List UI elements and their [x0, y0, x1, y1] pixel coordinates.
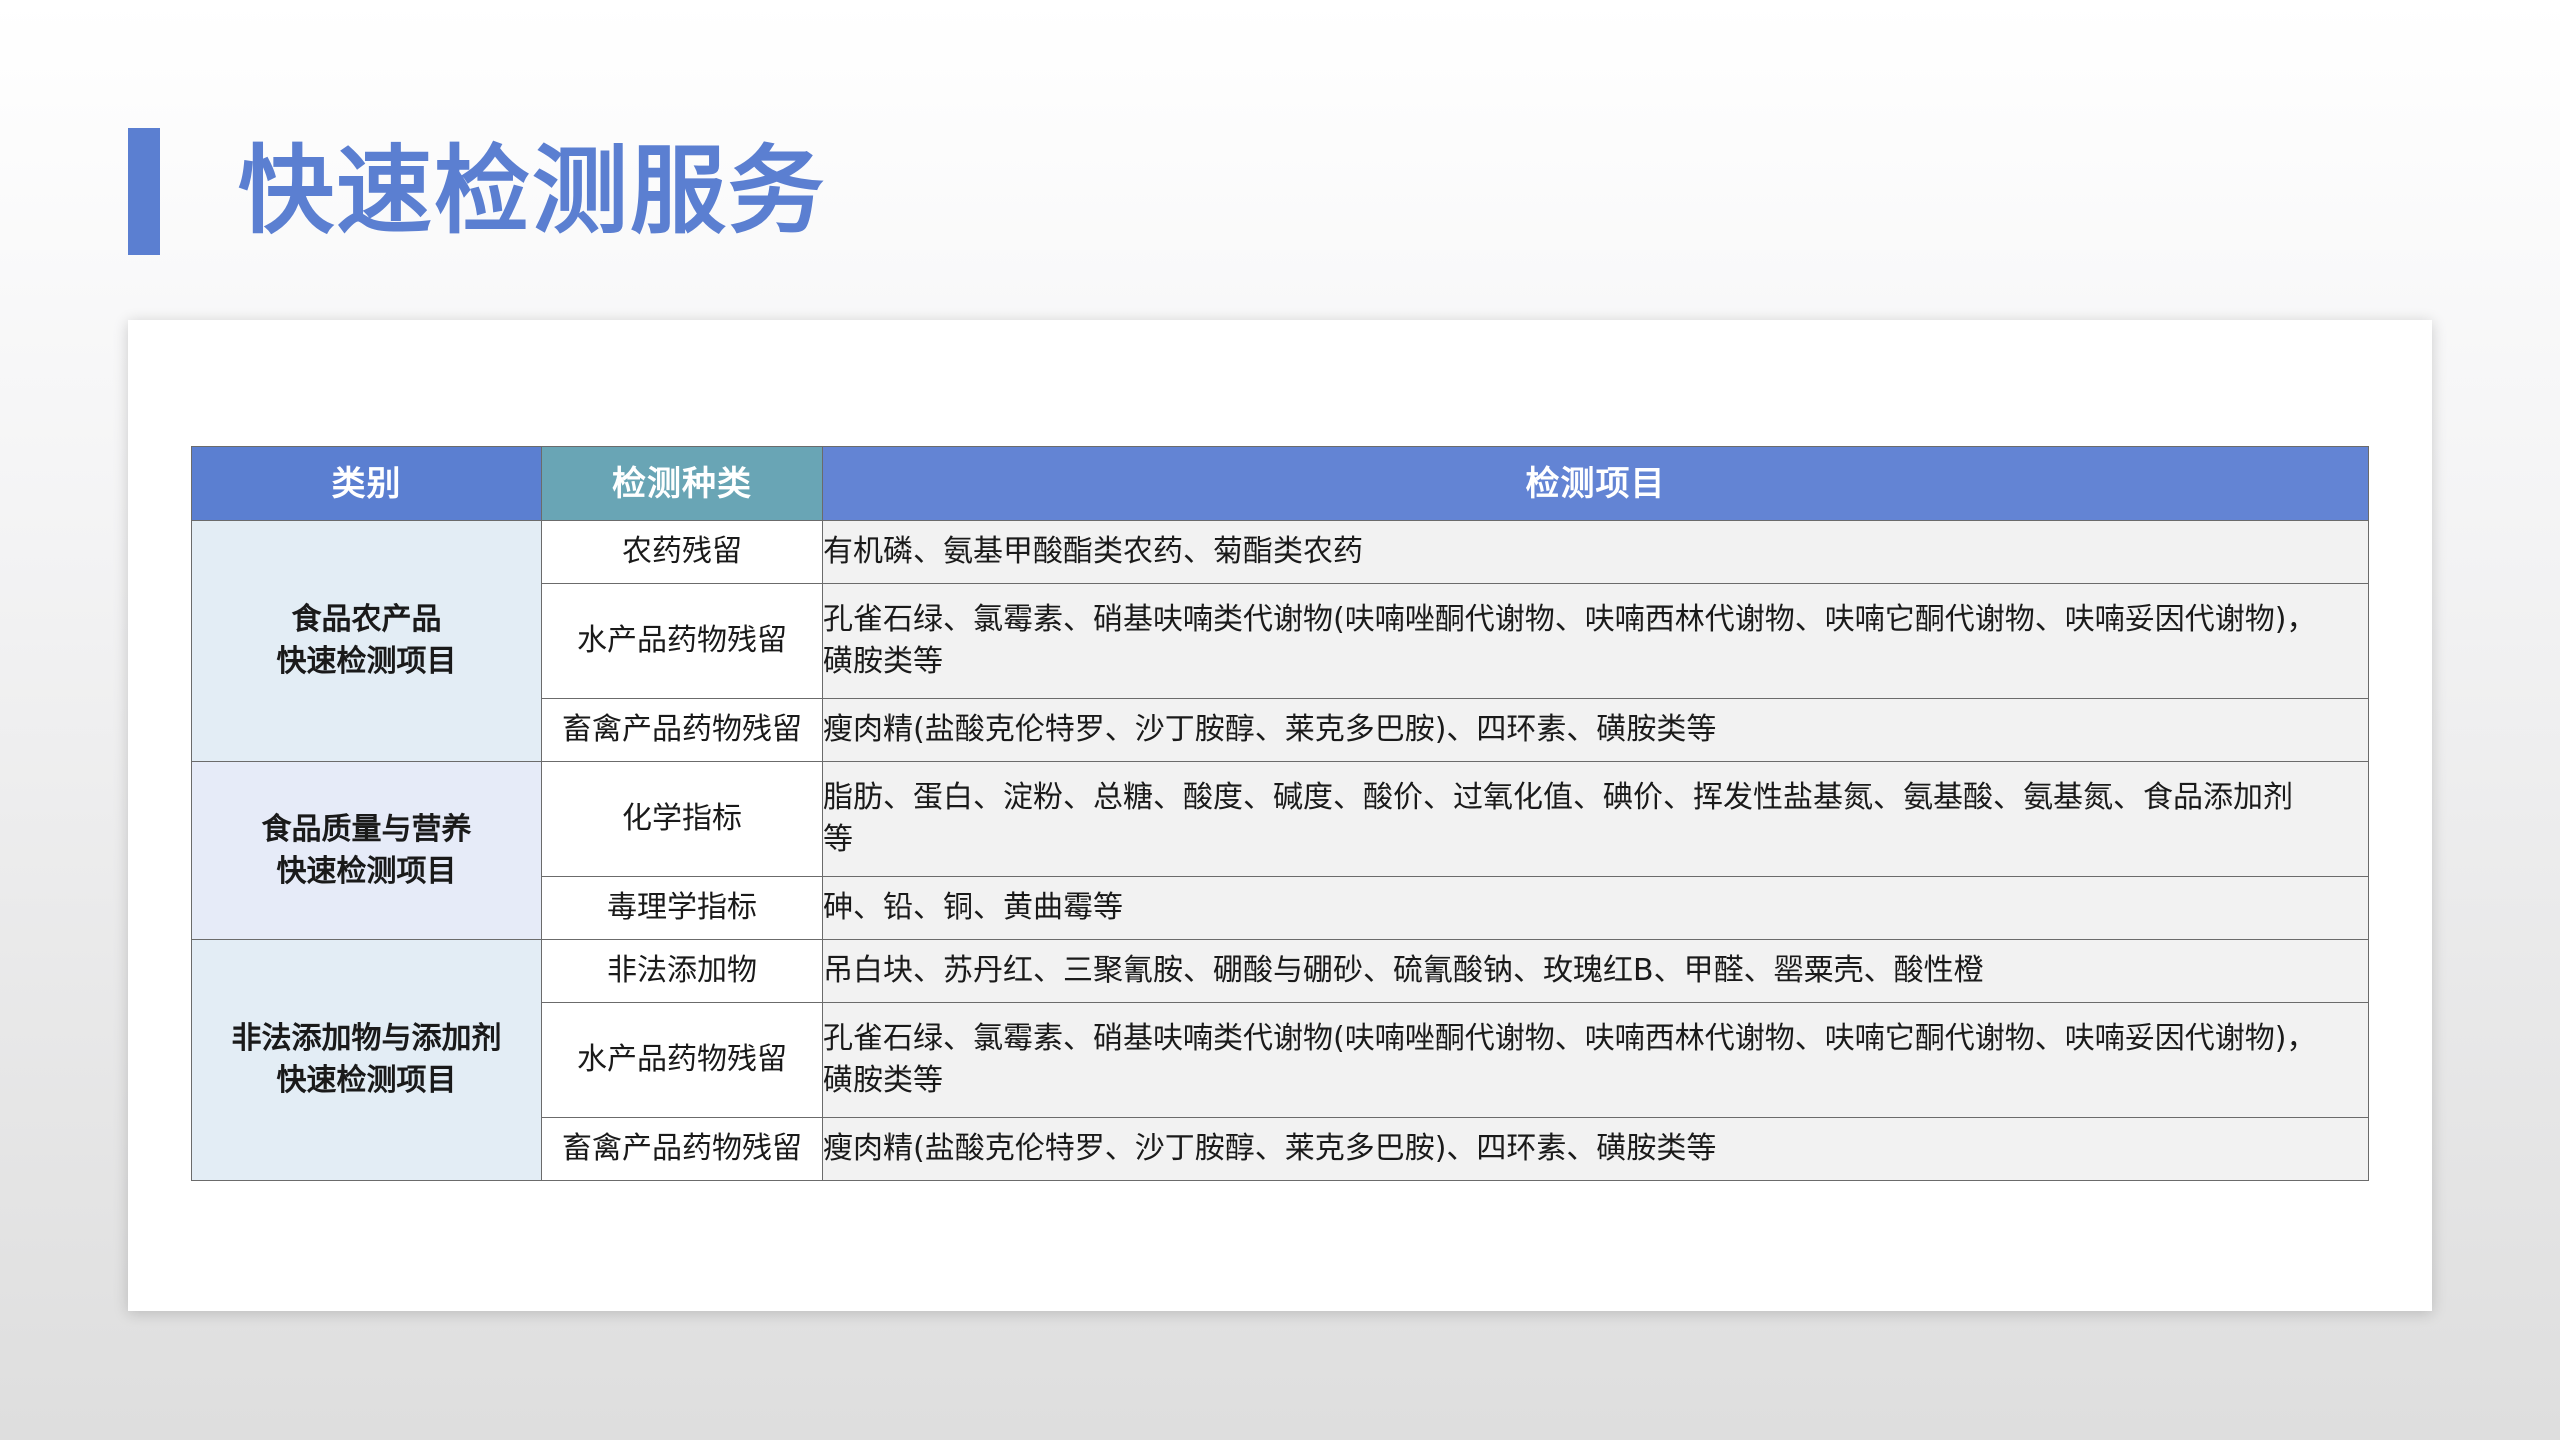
title-accent-bar	[128, 128, 160, 255]
header-detection-type: 检测种类	[541, 446, 823, 521]
category-cell: 食品农产品 快速检测项目	[191, 520, 542, 762]
detection-items-text: 等	[823, 822, 853, 857]
header-category: 类别	[191, 446, 542, 521]
category-label: 非法添加物与添加剂	[231, 1021, 502, 1056]
detection-services-table: 类别 检测种类 检测项目 食品农产品 快速检测项目 农药残留 有机磷、氨基甲酸酯…	[191, 446, 2369, 1181]
detection-items-cell: 瘦肉精(盐酸克伦特罗、沙丁胺醇、莱克多巴胺)、四环素、磺胺类等	[822, 1117, 2369, 1181]
detection-items-text: 孔雀石绿、氯霉素、硝基呋喃类代谢物(呋喃唑酮代谢物、呋喃西林代谢物、呋喃它酮代谢…	[823, 1021, 2317, 1056]
table-row: 非法添加物与添加剂 快速检测项目 非法添加物 吊白块、苏丹红、三聚氰胺、硼酸与硼…	[191, 939, 2369, 1181]
detection-items-text: 脂肪、蛋白、淀粉、总糖、酸度、碱度、酸价、过氧化值、碘价、挥发性盐基氮、氨基酸、…	[823, 780, 2293, 815]
table-row: 食品农产品 快速检测项目 农药残留 有机磷、氨基甲酸酯类农药、菊酯类农药	[191, 520, 2369, 762]
category-label: 快速检测项目	[276, 853, 457, 889]
detection-items-cell: 有机磷、氨基甲酸酯类农药、菊酯类农药	[822, 520, 2369, 584]
detection-type-cell: 非法添加物	[541, 939, 823, 1003]
detection-items-text: 孔雀石绿、氯霉素、硝基呋喃类代谢物(呋喃唑酮代谢物、呋喃西林代谢物、呋喃它酮代谢…	[823, 602, 2317, 637]
detection-items-text: 吊白块、苏丹红、三聚氰胺、硼酸与硼砂、硫氰酸钠、玫瑰红B、甲醛、罂粟壳、酸性橙	[823, 953, 1984, 988]
detection-items-text: 瘦肉精(盐酸克伦特罗、沙丁胺醇、莱克多巴胺)、四环素、磺胺类等	[823, 1131, 1717, 1166]
category-label: 食品农产品	[291, 602, 442, 637]
page-title: 快速检测服务	[238, 135, 826, 247]
detection-items-cell: 孔雀石绿、氯霉素、硝基呋喃类代谢物(呋喃唑酮代谢物、呋喃西林代谢物、呋喃它酮代谢…	[822, 1002, 2369, 1118]
detection-items-text: 磺胺类等	[823, 1063, 943, 1098]
detection-items-text: 砷、铅、铜、黄曲霉等	[823, 890, 1123, 925]
detection-type-cell: 水产品药物残留	[541, 1002, 823, 1118]
detection-type-cell: 畜禽产品药物残留	[541, 698, 823, 762]
detection-type-cell: 畜禽产品药物残留	[541, 1117, 823, 1181]
detection-type-cell: 毒理学指标	[541, 876, 823, 940]
detection-items-cell: 吊白块、苏丹红、三聚氰胺、硼酸与硼砂、硫氰酸钠、玫瑰红B、甲醛、罂粟壳、酸性橙	[822, 939, 2369, 1003]
detection-type-cell: 化学指标	[541, 761, 823, 877]
table-row: 食品质量与营养 快速检测项目 化学指标 脂肪、蛋白、淀粉、总糖、酸度、碱度、酸价…	[191, 761, 2369, 940]
detection-items-text: 磺胺类等	[823, 644, 943, 679]
header-detection-items: 检测项目	[822, 446, 2369, 521]
detection-type-cell: 农药残留	[541, 520, 823, 584]
category-cell: 非法添加物与添加剂 快速检测项目	[191, 939, 542, 1181]
category-label: 快速检测项目	[276, 1063, 457, 1098]
content-panel: 类别 检测种类 检测项目 食品农产品 快速检测项目 农药残留 有机磷、氨基甲酸酯…	[128, 320, 2432, 1311]
detection-items-text: 有机磷、氨基甲酸酯类农药、菊酯类农药	[823, 534, 1363, 569]
detection-items-text: 瘦肉精(盐酸克伦特罗、沙丁胺醇、莱克多巴胺)、四环素、磺胺类等	[823, 712, 1717, 747]
table-header-row: 类别 检测种类 检测项目	[191, 446, 2369, 521]
category-label: 快速检测项目	[276, 644, 457, 679]
category-label: 食品质量与营养	[261, 811, 472, 847]
detection-items-cell: 砷、铅、铜、黄曲霉等	[822, 876, 2369, 940]
detection-items-cell: 瘦肉精(盐酸克伦特罗、沙丁胺醇、莱克多巴胺)、四环素、磺胺类等	[822, 698, 2369, 762]
detection-type-cell: 水产品药物残留	[541, 583, 823, 699]
detection-items-cell: 孔雀石绿、氯霉素、硝基呋喃类代谢物(呋喃唑酮代谢物、呋喃西林代谢物、呋喃它酮代谢…	[822, 583, 2369, 699]
detection-items-cell: 脂肪、蛋白、淀粉、总糖、酸度、碱度、酸价、过氧化值、碘价、挥发性盐基氮、氨基酸、…	[822, 761, 2369, 877]
category-cell: 食品质量与营养 快速检测项目	[191, 761, 542, 940]
